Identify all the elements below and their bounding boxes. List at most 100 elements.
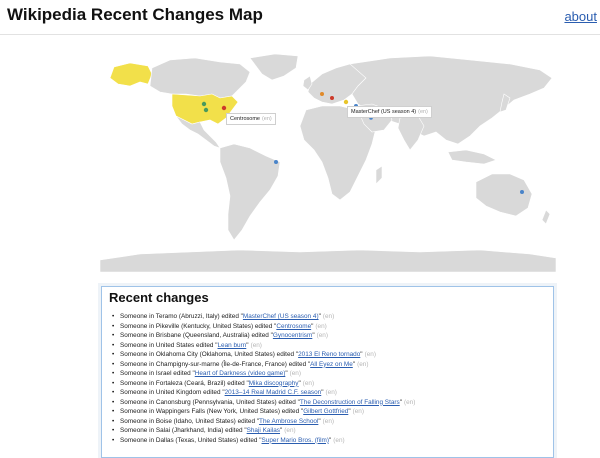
bullet-icon: • bbox=[112, 398, 115, 406]
edit-dot-dallas[interactable] bbox=[203, 107, 209, 113]
list-item: • Someone in Teramo (Abruzzi, Italy) edit… bbox=[112, 312, 542, 322]
edit-description-end: " bbox=[312, 332, 315, 339]
language-tag: (en) bbox=[404, 398, 416, 406]
edit-description-end: " bbox=[348, 408, 351, 415]
edit-description-end: " bbox=[352, 360, 356, 368]
bullet-icon: • bbox=[112, 322, 115, 330]
article-link[interactable]: Gilbert Gottfried bbox=[303, 408, 348, 415]
recent-changes-panel: Recent changes • Someone in Teramo (Abruz… bbox=[101, 286, 554, 458]
edit-description-end: " bbox=[318, 417, 321, 425]
edit-description-end: " bbox=[321, 389, 324, 396]
world-map[interactable]: Centrosome (en) MasterChef (US season 4)(… bbox=[100, 54, 556, 272]
edit-description-end: " bbox=[399, 398, 402, 406]
recent-changes-list: • Someone in Teramo (Abruzzi, Italy) edit… bbox=[112, 312, 542, 445]
bullet-icon: • bbox=[112, 351, 115, 358]
world-map-svg bbox=[100, 54, 556, 272]
edit-description: Someone in Fortaleza (Ceará, Brazil) edi… bbox=[120, 379, 249, 387]
language-tag: (en) bbox=[364, 351, 376, 358]
list-item: • Someone in Fortaleza (Ceará, Brazil) ed… bbox=[112, 379, 542, 389]
edit-description-end: " bbox=[246, 341, 249, 349]
tooltip-lang: (en) bbox=[418, 109, 428, 115]
list-item: • Someone in United States edited "Lean b… bbox=[112, 341, 542, 351]
language-tag: (en) bbox=[322, 417, 335, 425]
edit-description: Someone in Salai (Jharkhand, India) edit… bbox=[120, 427, 247, 434]
article-link[interactable]: 2013 El Reno tornado bbox=[298, 351, 360, 358]
page-title: Wikipedia Recent Changes Map bbox=[7, 5, 263, 24]
edit-description: Someone in Wappingers Falls (New York, U… bbox=[120, 408, 304, 415]
edit-dot-brisbane[interactable] bbox=[520, 190, 524, 194]
map-region-canada[interactable] bbox=[149, 57, 251, 99]
language-tag: (en) bbox=[315, 322, 327, 330]
article-link[interactable]: All Eyez on Me bbox=[310, 361, 353, 368]
language-tag: (en) bbox=[322, 313, 335, 320]
bullet-icon: • bbox=[112, 332, 115, 339]
map-tooltip-masterchef: MasterChef (US season 4) (en) bbox=[347, 106, 432, 118]
bullet-icon: • bbox=[112, 379, 115, 387]
article-link[interactable]: Lean burn bbox=[217, 342, 246, 349]
edit-description: Someone in Dallas (Texas, United States)… bbox=[120, 436, 262, 444]
article-link[interactable]: Mika discography bbox=[249, 380, 299, 387]
recent-changes-heading: Recent changes bbox=[109, 290, 209, 305]
bullet-icon: • bbox=[112, 313, 115, 320]
edit-description-end: " bbox=[360, 351, 363, 358]
edit-dot-boise[interactable] bbox=[201, 101, 207, 107]
edit-description: Someone in Pikeville (Kentucky, United S… bbox=[120, 322, 277, 330]
bullet-icon: • bbox=[112, 341, 115, 349]
list-item: • Someone in Pikeville (Kentucky, United … bbox=[112, 322, 542, 332]
edit-description: Someone in Oklahoma City (Oklahoma, Unit… bbox=[120, 351, 299, 358]
bullet-icon: • bbox=[112, 408, 115, 415]
edit-dot-uk[interactable] bbox=[320, 92, 324, 96]
article-link[interactable]: The Deconstruction of Falling Stars bbox=[300, 399, 400, 406]
language-tag: (en) bbox=[289, 370, 301, 377]
edit-description-end: " bbox=[280, 427, 283, 434]
list-item: • Someone in United Kingdom edited "2013–… bbox=[112, 388, 542, 398]
edit-description-end: " bbox=[329, 436, 332, 444]
edit-description: Someone in Champigny-sur-marne (Île-de-F… bbox=[120, 360, 311, 368]
edit-description-end: " bbox=[318, 313, 321, 320]
map-region-alaska[interactable] bbox=[109, 62, 153, 87]
bullet-icon: • bbox=[112, 417, 115, 425]
article-link[interactable]: Super Mario Bros. (film) bbox=[262, 437, 329, 444]
edit-description: Someone in Israel edited " bbox=[120, 370, 195, 377]
edit-description: Someone in Canonsburg (Pennsylvania, Uni… bbox=[120, 398, 300, 406]
edit-dot-pikeville[interactable] bbox=[221, 105, 227, 111]
bullet-icon: • bbox=[112, 436, 115, 444]
edit-dot-teramo[interactable] bbox=[343, 99, 349, 105]
list-item: • Someone in Israel edited "Heart of Dark… bbox=[112, 369, 542, 379]
article-link[interactable]: Heart of Darkness (video game) bbox=[195, 370, 286, 377]
map-tooltip-centrosome: Centrosome (en) bbox=[226, 113, 276, 125]
edit-dot-fortaleza[interactable] bbox=[274, 160, 278, 164]
edit-description: Someone in United Kingdom edited " bbox=[120, 389, 225, 396]
edit-description: Someone in United States edited " bbox=[120, 341, 218, 349]
map-region-antarctica[interactable] bbox=[100, 249, 556, 272]
language-tag: (en) bbox=[316, 332, 328, 339]
article-link[interactable]: Centrosome bbox=[276, 323, 311, 330]
language-tag: (en) bbox=[357, 360, 369, 368]
language-tag: (en) bbox=[250, 341, 262, 349]
article-link[interactable]: Shaji Kailas bbox=[247, 427, 280, 434]
bullet-icon: • bbox=[112, 389, 115, 396]
list-item: • Someone in Champigny-sur-marne (Île-de-… bbox=[112, 360, 542, 370]
language-tag: (en) bbox=[333, 436, 345, 444]
edit-description-end: " bbox=[311, 322, 314, 330]
language-tag: (en) bbox=[284, 427, 296, 434]
header: Wikipedia Recent Changes Map about bbox=[0, 0, 600, 35]
language-tag: (en) bbox=[302, 379, 315, 387]
tooltip-title: Centrosome bbox=[230, 116, 260, 122]
language-tag: (en) bbox=[352, 408, 364, 415]
article-link[interactable]: 2013–14 Real Madrid C.F. season bbox=[225, 389, 322, 396]
list-item: • Someone in Dallas (Texas, United States… bbox=[112, 436, 542, 446]
article-link[interactable]: Gynocentrism bbox=[273, 332, 312, 339]
list-item: • Someone in Canonsburg (Pennsylvania, Un… bbox=[112, 398, 542, 408]
article-link[interactable]: The Ambrose School bbox=[259, 418, 318, 425]
list-item: • Someone in Wappingers Falls (New York, … bbox=[112, 407, 542, 417]
tooltip-title: MasterChef (US season 4) bbox=[351, 109, 417, 115]
edit-description: Someone in Teramo (Abruzzi, Italy) edite… bbox=[120, 313, 243, 320]
edit-description: Someone in Brisbane (Queensland, Austral… bbox=[120, 332, 273, 339]
bullet-icon: • bbox=[112, 360, 115, 368]
about-link[interactable]: about bbox=[564, 9, 597, 24]
list-item: • Someone in Brisbane (Queensland, Austra… bbox=[112, 331, 542, 341]
bullet-icon: • bbox=[112, 370, 115, 377]
article-link[interactable]: MasterChef (US season 4) bbox=[243, 313, 319, 320]
edit-dot-france[interactable] bbox=[330, 96, 334, 100]
